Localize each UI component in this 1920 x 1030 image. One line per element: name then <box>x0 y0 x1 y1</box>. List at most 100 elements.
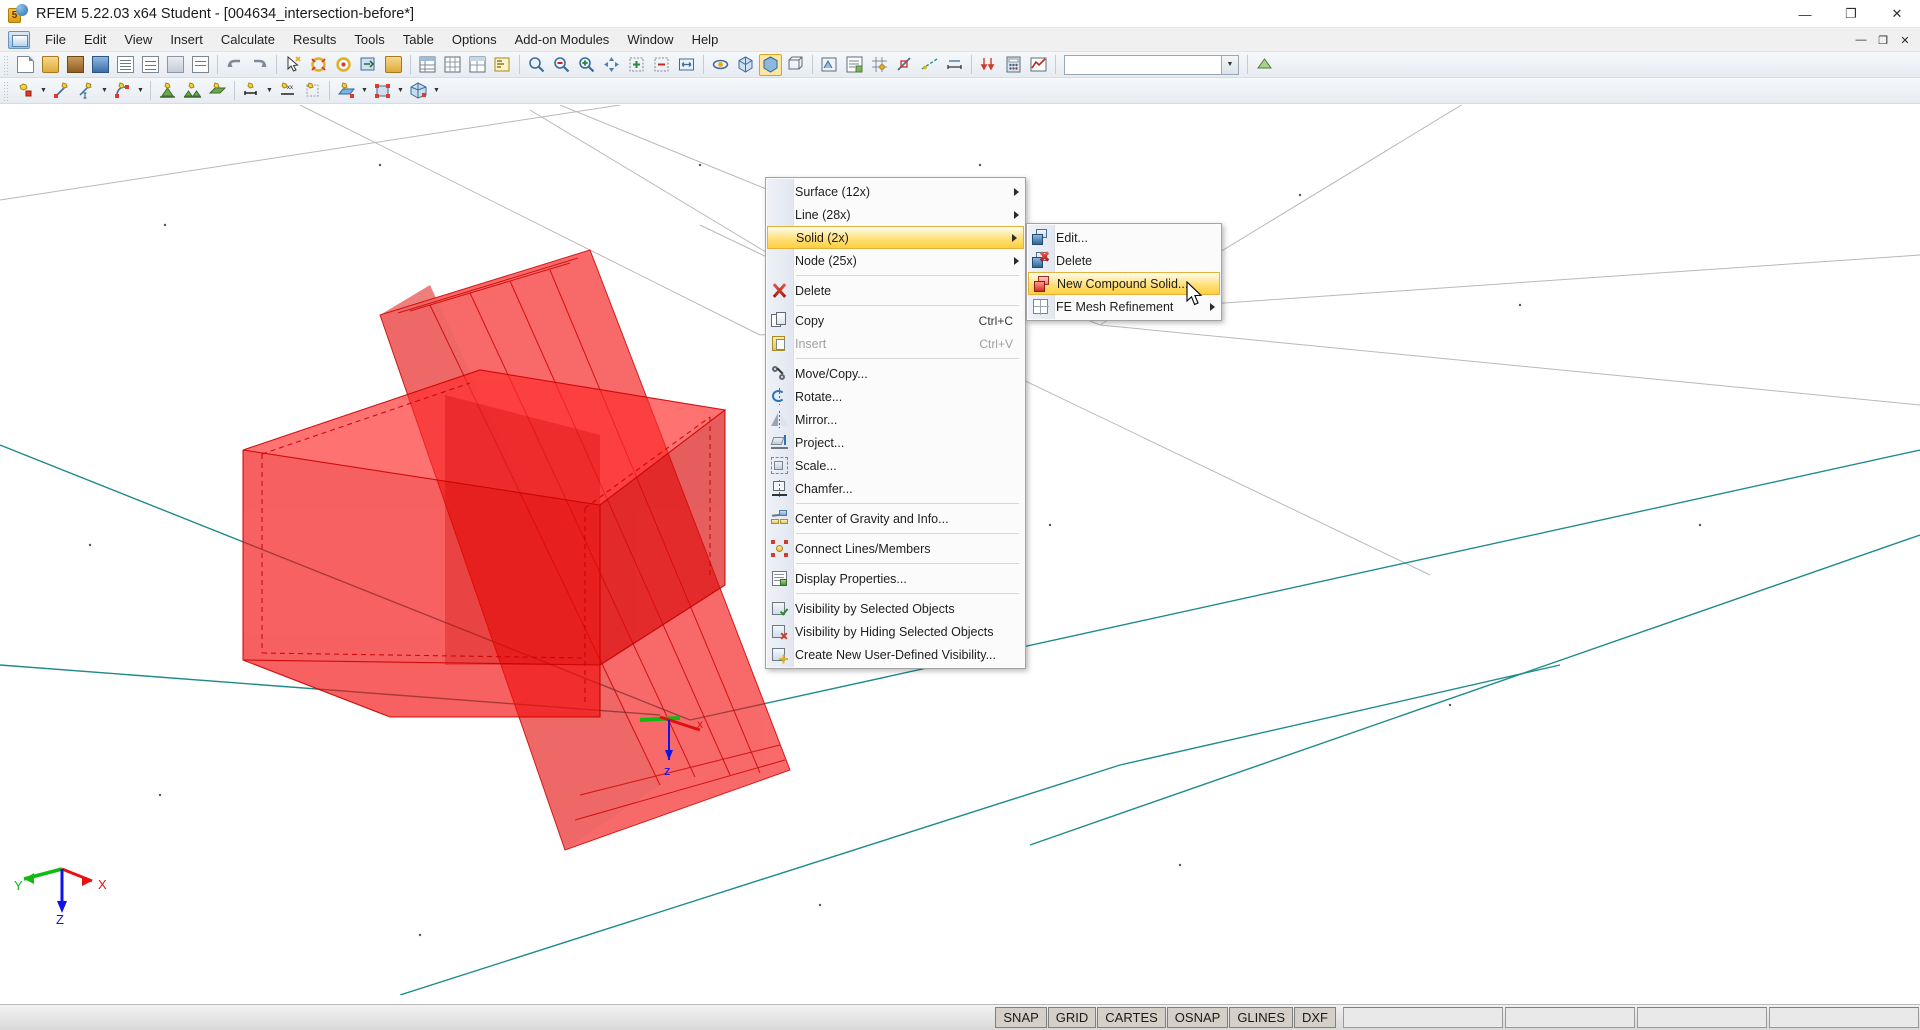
undo-icon[interactable] <box>223 54 246 76</box>
chevron-down-icon[interactable]: ▼ <box>1221 56 1238 74</box>
new-surface-icon[interactable] <box>335 80 358 102</box>
isometric-view-icon[interactable] <box>734 54 757 76</box>
selection-window-icon[interactable] <box>357 54 380 76</box>
open-project-icon[interactable] <box>39 54 62 76</box>
load-case-icon[interactable] <box>977 54 1000 76</box>
results-icon[interactable] <box>1027 54 1050 76</box>
ctx-solid[interactable]: Solid (2x) <box>767 226 1024 249</box>
menu-table[interactable]: Table <box>394 29 443 50</box>
ctx-mirror[interactable]: Mirror... <box>766 408 1025 431</box>
display-properties-icon[interactable] <box>843 54 866 76</box>
ctx-project[interactable]: Project... <box>766 431 1025 454</box>
menu-tools[interactable]: Tools <box>345 29 393 50</box>
dimensions-icon[interactable] <box>943 54 966 76</box>
zoom-all-icon[interactable] <box>675 54 698 76</box>
rotate-view-icon[interactable] <box>709 54 732 76</box>
new-opening-icon[interactable] <box>407 80 430 102</box>
status-glines[interactable]: GLINES <box>1229 1007 1293 1028</box>
ctx-rotate[interactable]: Rotate... <box>766 385 1025 408</box>
solid-submenu[interactable]: Edit...DeleteNew Compound Solid...FE Mes… <box>1026 223 1222 321</box>
new-node-dropdown-icon[interactable]: ▼ <box>38 80 49 102</box>
ctx-chamfer[interactable]: Chamfer... <box>766 477 1025 500</box>
save-all-icon[interactable] <box>114 54 137 76</box>
toolbar-grip[interactable] <box>3 55 10 75</box>
load-case-selector[interactable]: ▼ <box>1064 55 1239 75</box>
menu-calculate[interactable]: Calculate <box>212 29 284 50</box>
help-icon[interactable] <box>1253 54 1276 76</box>
object-snap-icon[interactable] <box>893 54 916 76</box>
group-icon[interactable] <box>382 54 405 76</box>
navigator-icon[interactable] <box>491 54 514 76</box>
context-menu[interactable]: Surface (12x)Line (28x)Solid (2x)Node (2… <box>765 177 1026 669</box>
ctx-display-properties[interactable]: Display Properties... <box>766 567 1025 590</box>
status-osnap[interactable]: OSNAP <box>1167 1007 1229 1028</box>
zoom-window-icon[interactable] <box>525 54 548 76</box>
ctx-scale[interactable]: Scale... <box>766 454 1025 477</box>
next-view-icon[interactable] <box>575 54 598 76</box>
visibility-icon[interactable] <box>818 54 841 76</box>
ctx-connect-lines-members[interactable]: Connect Lines/Members <box>766 537 1025 560</box>
sub-fe-mesh-refinement[interactable]: FE Mesh Refinement <box>1027 295 1221 318</box>
redo-icon[interactable] <box>248 54 271 76</box>
status-dxf[interactable]: DXF <box>1294 1007 1336 1028</box>
status-cartes[interactable]: CARTES <box>1097 1007 1166 1028</box>
save-model-icon[interactable] <box>89 54 112 76</box>
table-grid-icon[interactable] <box>441 54 464 76</box>
menu-file[interactable]: File <box>36 29 75 50</box>
ctx-surface[interactable]: Surface (12x) <box>766 180 1025 203</box>
ctx-delete[interactable]: Delete <box>766 279 1025 302</box>
menu-edit[interactable]: Edit <box>75 29 115 50</box>
new-support-icon[interactable] <box>156 80 179 102</box>
new-member-dropdown-icon[interactable]: ▼ <box>264 80 275 102</box>
guide-lines-icon[interactable] <box>918 54 941 76</box>
new-polyline-dropdown-icon[interactable]: ▼ <box>135 80 146 102</box>
open-model-icon[interactable] <box>64 54 87 76</box>
render-model-icon[interactable] <box>759 54 782 76</box>
ctx-visibility-by-selected[interactable]: Visibility by Selected Objects <box>766 597 1025 620</box>
new-line-icon[interactable] <box>50 80 73 102</box>
zoom-in-icon[interactable] <box>625 54 648 76</box>
select-objects-icon[interactable] <box>332 54 355 76</box>
close-button[interactable]: ✕ <box>1874 0 1920 28</box>
select-special-icon[interactable] <box>307 54 330 76</box>
new-solid-dropdown-icon[interactable]: ▼ <box>395 80 406 102</box>
maximize-button[interactable]: ❐ <box>1828 0 1874 28</box>
new-member-icon[interactable] <box>240 80 263 102</box>
ctx-copy[interactable]: CopyCtrl+C <box>766 309 1025 332</box>
mdi-close-button[interactable]: ✕ <box>1894 30 1916 50</box>
new-node-icon[interactable] <box>14 80 37 102</box>
sub-delete[interactable]: Delete <box>1027 249 1221 272</box>
pointer-select-icon[interactable] <box>282 54 305 76</box>
zoom-out-icon[interactable] <box>650 54 673 76</box>
pan-icon[interactable] <box>600 54 623 76</box>
sub-new-compound-solid[interactable]: New Compound Solid... <box>1028 272 1220 295</box>
calculate-icon[interactable] <box>1002 54 1025 76</box>
ctx-move-copy[interactable]: Move/Copy... <box>766 362 1025 385</box>
new-document-icon[interactable] <box>14 54 37 76</box>
sub-edit[interactable]: Edit... <box>1027 226 1221 249</box>
ctx-center-of-gravity[interactable]: Center of Gravity and Info... <box>766 507 1025 530</box>
new-line-special-icon[interactable] <box>75 80 98 102</box>
menu-insert[interactable]: Insert <box>161 29 212 50</box>
menu-options[interactable]: Options <box>443 29 506 50</box>
print-icon[interactable] <box>164 54 187 76</box>
new-polyline-icon[interactable] <box>111 80 134 102</box>
mdi-minimize-button[interactable]: — <box>1850 30 1872 50</box>
menu-results[interactable]: Results <box>284 29 345 50</box>
status-snap[interactable]: SNAP <box>995 1007 1046 1028</box>
grid-snap-icon[interactable] <box>868 54 891 76</box>
new-member-hinge-icon[interactable]: xx <box>276 80 299 102</box>
status-grid[interactable]: GRID <box>1048 1007 1097 1028</box>
ctx-line[interactable]: Line (28x) <box>766 203 1025 226</box>
menu-window[interactable]: Window <box>618 29 682 50</box>
new-solid-icon[interactable] <box>371 80 394 102</box>
menu-add-on-modules[interactable]: Add-on Modules <box>506 29 619 50</box>
menu-view[interactable]: View <box>115 29 161 50</box>
ctx-visibility-by-hiding[interactable]: Visibility by Hiding Selected Objects <box>766 620 1025 643</box>
new-member-eccentricity-icon[interactable] <box>301 80 324 102</box>
previous-view-icon[interactable] <box>550 54 573 76</box>
print-preview-icon[interactable] <box>139 54 162 76</box>
tables-icon[interactable] <box>416 54 439 76</box>
ctx-node[interactable]: Node (25x) <box>766 249 1025 272</box>
new-line-dropdown-icon[interactable]: ▼ <box>99 80 110 102</box>
